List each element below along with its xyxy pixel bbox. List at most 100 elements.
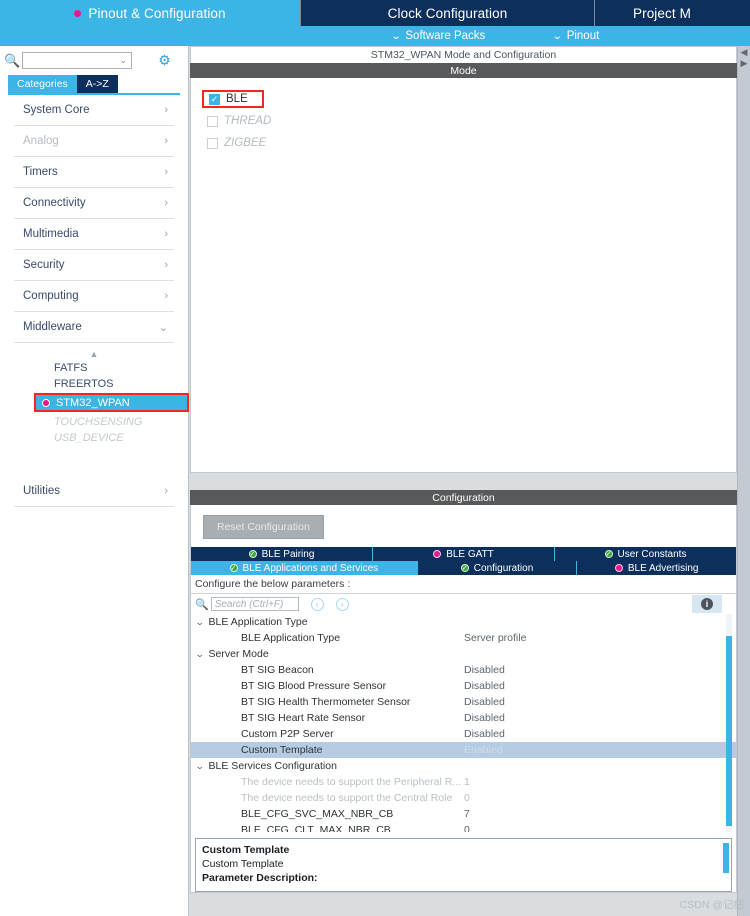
tab-user-constants-label: User Constants (617, 548, 687, 560)
page-title: STM32_WPAN Mode and Configuration (190, 46, 737, 63)
tab-ble-applications-and-services[interactable]: ✓ BLE Applications and Services (191, 561, 418, 575)
table-row[interactable]: BT SIG Beacon Disabled (191, 662, 736, 678)
checkbox-ble[interactable]: ✓ (209, 93, 220, 105)
param-name: BLE_CFG_SVC_MAX_NBR_CB (241, 808, 394, 820)
sidebar-search-input[interactable]: ⌄ (22, 52, 132, 69)
table-row[interactable]: The device needs to support the Peripher… (191, 774, 736, 790)
list-item-touchsensing[interactable]: TOUCHSENSING (14, 415, 174, 428)
param-group-ble-services-configuration[interactable]: ⌄ BLE Services Configuration (191, 758, 736, 774)
param-name: BLE_CFG_CLT_MAX_NBR_CB (241, 824, 391, 832)
sidebar-item-system-core[interactable]: System Core › (14, 95, 174, 126)
check-circle-icon: ✓ (229, 564, 238, 572)
reset-configuration-button[interactable]: Reset Configuration (203, 515, 324, 539)
tab-categories-label: Categories (17, 78, 68, 90)
tab-user-constants[interactable]: ✓ User Constants (555, 547, 736, 561)
middleware-item-label: FREERTOS (54, 377, 114, 390)
param-value: Disabled (464, 712, 505, 724)
sidebar-item-security[interactable]: Security › (14, 250, 174, 281)
mode-option-thread-row[interactable]: THREAD (191, 110, 736, 132)
tab-ble-pairing[interactable]: ✓ BLE Pairing (191, 547, 373, 561)
table-row[interactable]: BLE_CFG_CLT_MAX_NBR_CB 0 (191, 822, 736, 832)
table-row[interactable]: The device needs to support the Central … (191, 790, 736, 806)
category-list: System Core › Analog › Timers › Connecti… (0, 95, 189, 507)
param-group-label: Server Mode (208, 648, 269, 660)
sidebar-item-multimedia[interactable]: Multimedia › (14, 219, 174, 250)
sub-tool-bar: ⌄ Software Packs ⌄ Pinout (0, 26, 750, 46)
table-row[interactable]: BLE Application Type Server profile (191, 630, 736, 646)
tab-categories[interactable]: Categories (8, 75, 77, 93)
tab-a-to-z[interactable]: A->Z (76, 75, 118, 93)
tab-ble-gatt-label: BLE GATT (446, 548, 494, 560)
configuration-panel: ◀ ▶ STM32_WPAN Mode and Configuration Mo… (190, 46, 750, 916)
configuration-scrollbar[interactable] (737, 490, 750, 916)
scroll-up-icon[interactable]: ▲ (14, 347, 174, 361)
table-row[interactable]: BT SIG Heart Rate Sensor Disabled (191, 710, 736, 726)
config-tabs-row-2: ✓ BLE Applications and Services ✓ Config… (191, 561, 736, 575)
sidebar-item-computing[interactable]: Computing › (14, 281, 174, 312)
scroll-right-icon[interactable]: ▶ (738, 58, 750, 69)
mode-option-label: BLE (226, 93, 248, 105)
gear-icon[interactable]: ⚙ (157, 52, 172, 68)
tab-configuration[interactable]: ✓ Configuration (417, 561, 578, 575)
table-row-selected[interactable]: Custom Template Enabled (191, 742, 736, 758)
chevron-right-icon: › (164, 166, 168, 178)
search-prev-button[interactable]: ‹ (310, 597, 324, 611)
list-item-stm32-wpan[interactable]: STM32_WPAN (36, 395, 187, 410)
configuration-band-label: Configuration (190, 490, 737, 505)
param-group-ble-application-type[interactable]: ⌄ BLE Application Type (191, 614, 736, 630)
param-name: Custom Template (241, 744, 323, 756)
param-name: BLE Application Type (241, 632, 341, 644)
table-row[interactable]: BLE_CFG_SVC_MAX_NBR_CB 7 (191, 806, 736, 822)
param-group-server-mode[interactable]: ⌄ Server Mode (191, 646, 736, 662)
parameter-list-scrollbar-thumb[interactable] (726, 636, 732, 826)
checkbox-thread[interactable] (207, 115, 218, 127)
sidebar-item-label: Multimedia (23, 228, 79, 240)
tab-ble-gatt[interactable]: BLE GATT (373, 547, 555, 561)
tab-ble-advertising[interactable]: BLE Advertising (577, 561, 736, 575)
mode-option-zigbee-row[interactable]: ZIGBEE (191, 132, 736, 154)
sidebar-item-connectivity[interactable]: Connectivity › (14, 188, 174, 219)
tab-clock-configuration[interactable]: Clock Configuration (301, 0, 594, 26)
sidebar-item-label: Analog (23, 135, 59, 147)
list-item-freertos[interactable]: FREERTOS (14, 377, 174, 390)
param-value: Server profile (464, 632, 527, 644)
checkbox-zigbee[interactable] (207, 137, 218, 149)
chevron-right-icon: › (164, 290, 168, 302)
search-icon: 🔍 (195, 598, 209, 611)
parameter-list: ⌄ BLE Application Type BLE Application T… (191, 614, 736, 832)
chevron-down-icon: ⌄ (194, 760, 205, 771)
tab-clock-configuration-label: Clock Configuration (387, 5, 508, 21)
menu-software-packs[interactable]: ⌄ Software Packs (391, 30, 486, 42)
tab-ble-applications-label: BLE Applications and Services (242, 562, 379, 574)
sidebar-item-timers[interactable]: Timers › (14, 157, 174, 188)
table-row[interactable]: Custom P2P Server Disabled (191, 726, 736, 742)
sidebar-item-middleware[interactable]: Middleware ⌄ (14, 312, 174, 343)
menu-software-packs-label: Software Packs (405, 30, 486, 42)
search-next-button[interactable]: › (335, 597, 349, 611)
check-circle-icon: ✓ (460, 564, 469, 572)
table-row[interactable]: BT SIG Health Thermometer Sensor Disable… (191, 694, 736, 710)
menu-pinout[interactable]: ⌄ Pinout (552, 30, 599, 42)
sidebar-item-utilities[interactable]: Utilities › (14, 476, 174, 507)
search-icon: 🔍 (4, 52, 21, 68)
mode-scrollbar[interactable]: ◀ ▶ (737, 46, 750, 490)
list-item-usb-device[interactable]: USB_DEVICE (14, 431, 174, 444)
sidebar-item-analog[interactable]: Analog › (14, 126, 174, 157)
sidebar-view-tabs: Categories A->Z (8, 75, 188, 93)
list-item-fatfs[interactable]: FATFS (14, 361, 174, 374)
param-value: Enabled (464, 744, 503, 756)
param-name: BT SIG Beacon (241, 664, 314, 676)
tab-pinout-configuration[interactable]: Pinout & Configuration (0, 0, 300, 26)
param-value: Disabled (464, 680, 505, 692)
chevron-right-icon: › (164, 104, 168, 116)
info-button[interactable]: i (692, 595, 722, 613)
scroll-left-icon[interactable]: ◀ (738, 47, 750, 58)
table-row[interactable]: BT SIG Blood Pressure Sensor Disabled (191, 678, 736, 694)
tab-project-manager[interactable]: Project M (595, 0, 750, 26)
param-name: BT SIG Heart Rate Sensor (241, 712, 366, 724)
chevron-right-icon: › (164, 197, 168, 209)
tab-pinout-configuration-label: Pinout & Configuration (88, 5, 226, 21)
parameter-search-input[interactable]: Search (Ctrl+F) (210, 597, 299, 611)
description-scrollbar-thumb[interactable] (723, 843, 729, 873)
component-sidebar: 🔍 ⌄ ⚙ Categories A->Z System Core › Anal… (0, 46, 189, 916)
